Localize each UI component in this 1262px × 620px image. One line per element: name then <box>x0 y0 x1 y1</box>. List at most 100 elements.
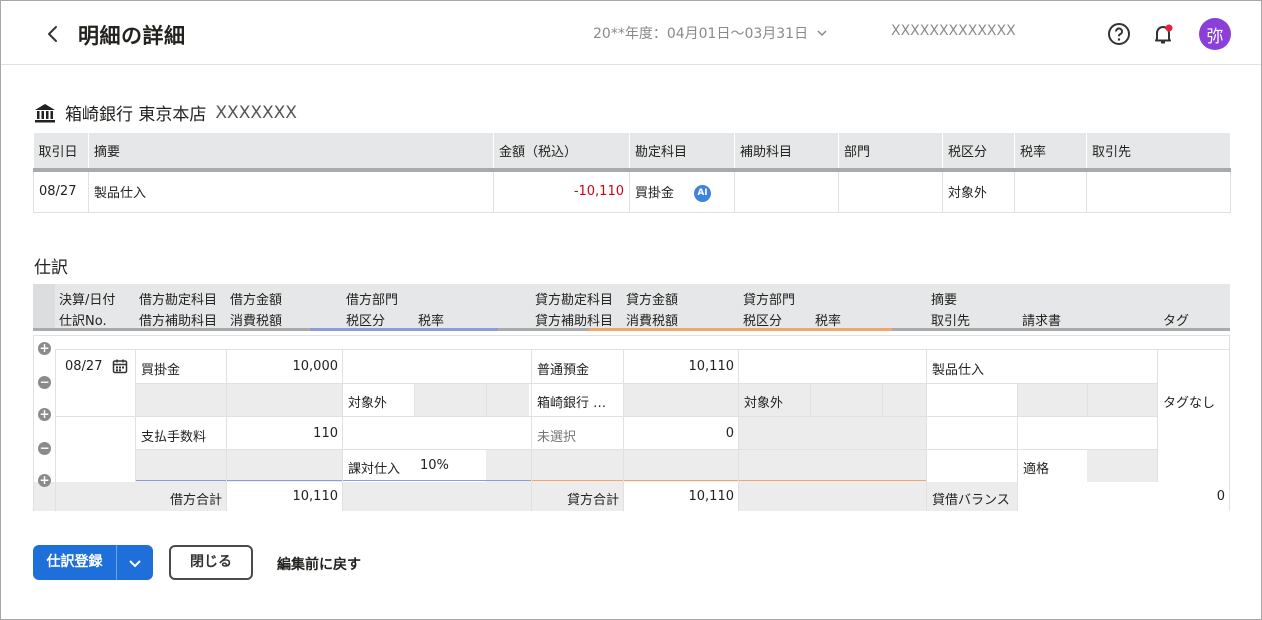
add-row-icon[interactable]: + <box>38 408 51 421</box>
register-journal-button[interactable]: 仕訳登録 <box>33 545 117 580</box>
cell-gray <box>414 383 529 416</box>
transaction-header-row: 取引日 摘要 金額（税込） 勘定科目 補助科目 部門 税区分 税率 取引先 <box>33 133 1231 172</box>
cell-gray <box>135 449 342 482</box>
grid-line <box>135 449 1157 450</box>
tag-value[interactable]: タグなし <box>1163 392 1215 411</box>
company-name[interactable]: XXXXXXXXXXXXX <box>891 23 1016 39</box>
jh-debit-tax-type: 税区分 <box>346 314 386 329</box>
debit-tax-type-1[interactable]: 対象外 <box>348 392 387 411</box>
bell-icon[interactable] <box>1150 21 1176 47</box>
col-header-tax-rate: 税率 <box>1014 133 1087 172</box>
journal-header-spacer <box>33 284 55 331</box>
col-header-date: 取引日 <box>33 133 89 172</box>
grid-line <box>55 349 1229 350</box>
cell-gray <box>486 449 926 482</box>
ai-badge-icon[interactable]: AI <box>694 184 712 202</box>
debit-account-2[interactable]: 支払手数料 <box>141 426 206 445</box>
grid-line <box>531 349 532 511</box>
col-header-partner: 取引先 <box>1086 133 1231 172</box>
tx-sub-account <box>734 169 839 213</box>
credit-amount-2[interactable]: 0 <box>623 426 734 441</box>
jh-debit-amount: 借方金額 <box>230 293 283 308</box>
fiscal-period-selector[interactable]: 20**年度：04月01日〜03月31日 <box>593 23 828 43</box>
credit-account-1[interactable]: 普通預金 <box>537 359 589 378</box>
tx-account: 買掛金 <box>635 185 675 201</box>
tx-tax-rate <box>1014 169 1087 213</box>
col-header-amount: 金額（税込） <box>493 133 630 172</box>
journal-date[interactable]: 08/27 <box>65 359 102 374</box>
jh-line-debit <box>310 328 498 331</box>
col-header-desc: 摘要 <box>88 133 494 172</box>
credit-accent-line <box>531 480 926 481</box>
col-header-department: 部門 <box>838 133 943 172</box>
jh-partner: 取引先 <box>931 314 971 329</box>
header-bar: 明細の詳細 20**年度：04月01日〜03月31日 XXXXXXXXXXXXX… <box>1 1 1261 65</box>
grid-line <box>55 349 56 511</box>
jh-debit-tax-amt: 消費税額 <box>230 314 283 329</box>
grid-line <box>486 383 487 416</box>
avatar[interactable]: 弥 <box>1199 18 1231 50</box>
jh-credit-tax-amt: 消費税額 <box>626 314 679 329</box>
grid-line <box>135 383 1157 384</box>
close-button[interactable]: 閉じる <box>169 545 253 580</box>
tx-account-cell: 買掛金 AI <box>629 169 735 213</box>
revert-edit-link[interactable]: 編集前に戻す <box>277 554 361 574</box>
tx-partner <box>1086 169 1231 213</box>
back-arrow-icon[interactable] <box>41 21 65 47</box>
grid-line <box>926 349 927 511</box>
register-journal-button-group: 仕訳登録 <box>33 545 153 580</box>
jh-credit-amount: 貸方金額 <box>626 293 679 308</box>
calendar-icon[interactable] <box>112 358 128 378</box>
jh-line-credit <box>589 328 892 331</box>
bank-icon <box>35 103 55 122</box>
grid-line <box>55 416 1157 417</box>
debit-tax-type-2[interactable]: 課対仕入 <box>348 458 400 477</box>
tx-desc: 製品仕入 <box>88 169 494 213</box>
grid-line <box>135 349 136 482</box>
remove-row-icon[interactable]: − <box>38 442 51 455</box>
invoice-status[interactable]: 適格 <box>1023 458 1049 477</box>
jh-credit-sub: 貸方補助科目 <box>535 314 614 329</box>
bank-account-number: XXXXXXX <box>215 102 297 123</box>
credit-total-label: 貸方合計 <box>566 493 619 508</box>
jh-credit-tax-type: 税区分 <box>743 314 783 329</box>
tx-tax-type: 対象外 <box>942 169 1015 213</box>
chevron-down-icon <box>817 30 827 37</box>
grid-line <box>342 349 343 511</box>
page-title: 明細の詳細 <box>78 24 186 48</box>
col-header-tax-type: 税区分 <box>942 133 1015 172</box>
balance-value: 0 <box>1216 489 1225 504</box>
remove-row-icon[interactable]: − <box>38 376 51 389</box>
table-row: 08/27 製品仕入 -10,110 買掛金 AI 対象外 <box>33 169 1231 213</box>
grid-line <box>1087 383 1088 416</box>
add-row-icon[interactable]: + <box>38 474 51 487</box>
jh-credit-dept: 貸方部門 <box>743 293 796 308</box>
col-header-sub-account: 補助科目 <box>734 133 839 172</box>
debit-amount-2[interactable]: 110 <box>226 426 338 441</box>
credit-tax-type-1[interactable]: 対象外 <box>744 392 783 411</box>
help-icon[interactable] <box>1106 21 1132 47</box>
grid-line <box>1157 349 1158 482</box>
debit-account-1[interactable]: 買掛金 <box>141 359 180 378</box>
credit-account-2[interactable]: 未選択 <box>537 426 576 445</box>
debit-amount-1[interactable]: 10,000 <box>226 359 339 374</box>
cell-gray <box>738 416 926 449</box>
debit-tax-rate-2[interactable]: 10% <box>420 458 449 473</box>
debit-total: 10,110 <box>292 489 339 504</box>
credit-sub-account-1[interactable]: 箱崎銀行 … <box>537 392 606 411</box>
bank-name: 箱崎銀行 東京本店 <box>65 105 207 125</box>
tx-amount: -10,110 <box>493 169 630 213</box>
jh-credit-tax-rate: 税率 <box>815 314 842 329</box>
journal-desc-1[interactable]: 製品仕入 <box>932 359 984 378</box>
add-row-icon[interactable]: + <box>38 342 51 355</box>
cell-gray <box>1087 449 1157 482</box>
tx-department <box>838 169 943 213</box>
grid-line <box>414 383 415 416</box>
grid-line <box>738 349 739 511</box>
jh-line-mid <box>498 328 589 331</box>
register-options-dropdown[interactable] <box>117 556 153 570</box>
jh-line-right <box>892 328 1230 331</box>
credit-amount-1[interactable]: 10,110 <box>623 359 735 374</box>
col-header-account: 勘定科目 <box>629 133 735 172</box>
jh-tag: タグ <box>1163 314 1190 329</box>
